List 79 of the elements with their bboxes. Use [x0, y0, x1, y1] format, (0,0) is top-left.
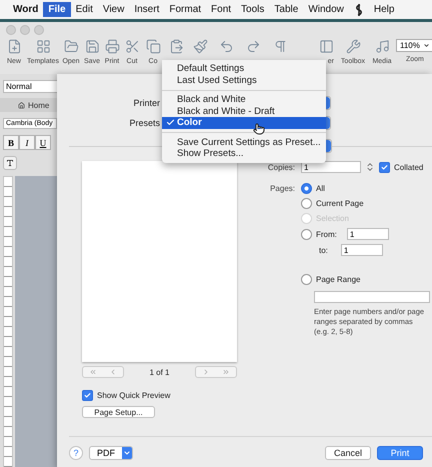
menu-option[interactable]: Black and White - Draft	[162, 106, 326, 117]
menu-item[interactable]: Edit	[70, 2, 98, 17]
sidebar-icon[interactable]	[319, 39, 334, 54]
cancel-button[interactable]: Cancel	[325, 446, 371, 460]
format-button[interactable]: I	[19, 135, 35, 150]
menu-item[interactable]: File	[43, 2, 71, 17]
chevron-icon	[123, 449, 131, 457]
menu-item[interactable]: View	[98, 2, 130, 17]
page-range-field[interactable]	[314, 291, 430, 303]
text-tool-button[interactable]	[3, 156, 17, 170]
print-button[interactable]: Print	[377, 446, 423, 460]
to-label: to:	[319, 246, 328, 254]
menu-item[interactable]: Font	[206, 2, 236, 17]
menu-option[interactable]: Black and White	[162, 94, 326, 106]
wrench-icon[interactable]	[346, 39, 360, 54]
menu-item[interactable]: Format	[164, 2, 206, 17]
menu-option[interactable]: Last Used Settings	[162, 74, 326, 86]
check-icon	[166, 118, 175, 128]
radio-button[interactable]	[301, 183, 312, 194]
checkbox-label: Collated	[394, 162, 424, 172]
menu-item[interactable]: Window	[303, 2, 349, 17]
stepper-icon[interactable]	[365, 162, 375, 172]
grid-icon[interactable]	[36, 39, 50, 54]
menu-option[interactable]: Show Presets...	[162, 148, 326, 160]
hand-pointer-icon	[253, 123, 265, 135]
pages-label: Pages:	[269, 184, 295, 193]
zoom-field[interactable]: 110%	[396, 39, 432, 52]
menu-item[interactable]: Tools	[236, 2, 270, 17]
scissors-icon[interactable]	[124, 39, 140, 54]
menu-item[interactable]: Help	[368, 2, 400, 17]
option-label: Current Page	[316, 199, 364, 208]
help-button[interactable]: ?	[69, 446, 83, 460]
menu-option[interactable]: Default Settings	[162, 63, 326, 74]
option-label: Page Range	[316, 275, 360, 284]
option-label: All	[316, 184, 325, 193]
home-tab[interactable]: Home	[0, 98, 57, 112]
new-document-icon[interactable]	[6, 39, 22, 54]
folder-icon[interactable]	[64, 39, 78, 54]
presets-label: Presets	[128, 118, 161, 128]
chevron-icon	[109, 368, 117, 376]
radio-button[interactable]	[301, 274, 312, 285]
letter-t-icon	[6, 159, 14, 167]
page-indicator: 1 of 1	[149, 368, 170, 376]
pilcrow-icon[interactable]	[272, 39, 288, 54]
format-button[interactable]: B	[3, 135, 19, 150]
menu-item[interactable]: Insert	[129, 2, 164, 17]
check-icon	[84, 392, 91, 399]
double-chevron-icon	[222, 368, 230, 376]
save-icon[interactable]	[84, 39, 100, 54]
music-icon[interactable]	[374, 39, 390, 54]
menu-option[interactable]: Color	[162, 117, 326, 128]
pdf-button[interactable]: PDF	[89, 446, 133, 460]
checkbox-label: Show Quick Preview	[97, 391, 170, 400]
format-button[interactable]: U	[35, 135, 51, 150]
double-chevron-icon	[89, 368, 97, 376]
radio-button[interactable]	[301, 228, 312, 240]
printer-icon[interactable]	[104, 39, 120, 54]
chevron-icon	[422, 42, 430, 49]
menu-item[interactable]: Table	[269, 2, 304, 17]
checkbox[interactable]	[379, 162, 390, 172]
copies-label: Copies:	[266, 162, 295, 172]
page-setup-button[interactable]: Page Setup...	[82, 406, 155, 418]
menu-option[interactable]: Save Current Settings as Preset...	[162, 136, 326, 148]
app-name[interactable]: Word	[8, 4, 44, 15]
undo-icon[interactable]	[218, 39, 234, 54]
option-label: From:	[316, 230, 337, 238]
printer-label: Printer	[132, 98, 161, 108]
checkbox[interactable]	[82, 390, 93, 401]
home-icon	[18, 102, 25, 108]
copies-field[interactable]: 1	[301, 161, 361, 173]
copy-icon[interactable]	[146, 39, 160, 54]
redo-icon[interactable]	[246, 39, 260, 54]
clipboard-icon[interactable]	[168, 39, 184, 54]
from-field[interactable]: 1	[346, 228, 389, 240]
style-field[interactable]: Normal	[3, 80, 57, 93]
to-field[interactable]: 1	[340, 244, 383, 256]
check-icon	[381, 164, 388, 170]
paintbrush-icon[interactable]	[192, 39, 208, 54]
radio-button[interactable]	[301, 198, 312, 209]
